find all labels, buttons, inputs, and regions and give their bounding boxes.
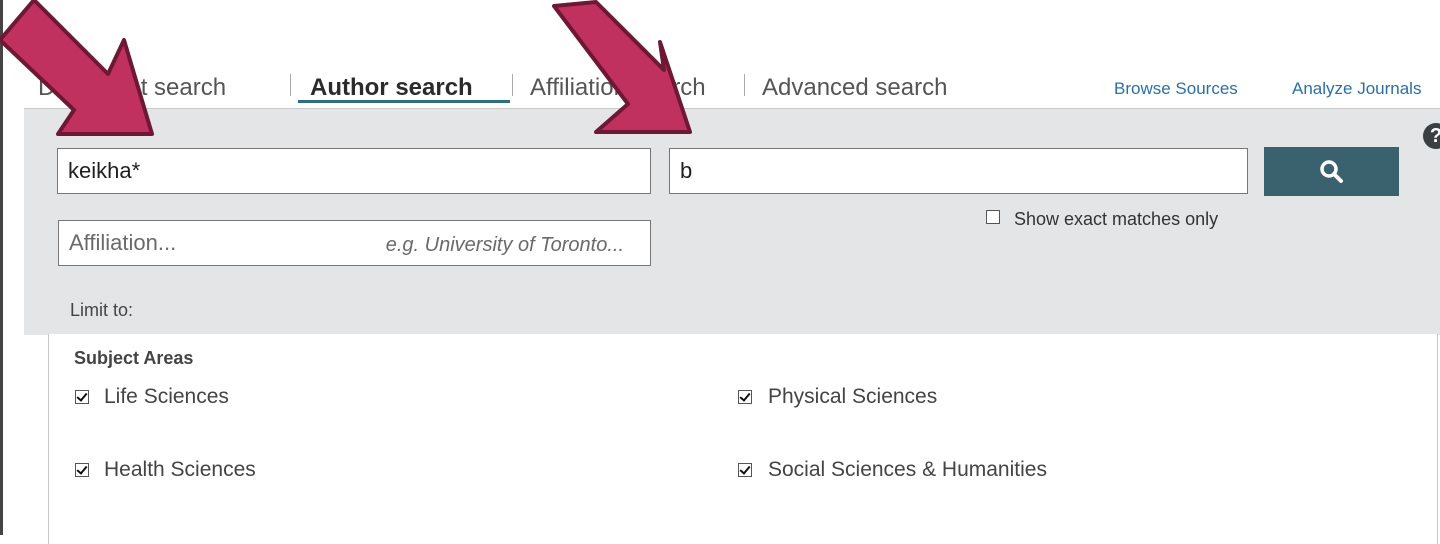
arrow-annotation-left	[0, 0, 692, 136]
